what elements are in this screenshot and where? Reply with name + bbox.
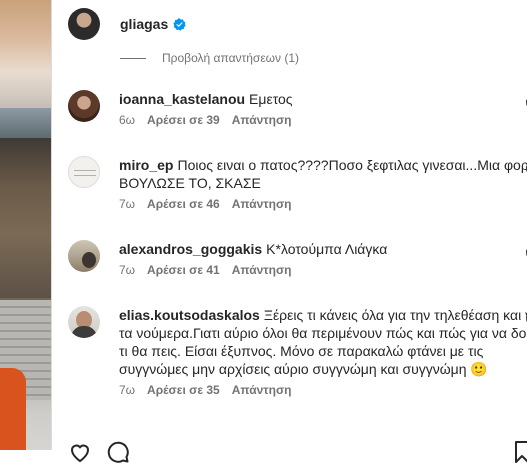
comment-likes[interactable]: Αρέσει σε 39 xyxy=(147,113,220,127)
comment-item: miro_ep Ποιος ειναι ο πατος????Ποσο ξεφτι… xyxy=(68,156,527,211)
heart-icon[interactable] xyxy=(68,440,92,464)
panel-divider xyxy=(51,0,52,450)
comment-reply-button[interactable]: Απάντηση xyxy=(232,263,292,277)
comment-like-heart-icon[interactable] xyxy=(522,164,527,176)
comment-text: ioanna_kastelanou Εμετος xyxy=(119,90,527,108)
avatar-cat xyxy=(82,252,96,268)
comment-meta: 7ω Αρέσει σε 41 Απάντηση xyxy=(119,263,527,277)
comment-content: Εμετος xyxy=(249,91,293,107)
comment-text: alexandros_goggakis Κ*λοτούμπα Λιάγκα xyxy=(119,240,527,258)
comment-avatar[interactable] xyxy=(68,306,100,338)
avatar-body xyxy=(71,326,97,338)
comment-likes[interactable]: Αρέσει σε 41 xyxy=(147,263,220,277)
comment-like-heart-icon[interactable] xyxy=(522,314,527,326)
post-header: gliagas xyxy=(68,8,186,40)
comment-time[interactable]: 6ω xyxy=(119,113,135,127)
comment-item: elias.koutsodaskalos Ξέρεις τι κάνεις όλα… xyxy=(68,306,527,397)
comment-item: ioanna_kastelanou Εμετος 6ω Αρέσει σε 39 … xyxy=(68,90,527,127)
comment-time[interactable]: 7ω xyxy=(119,263,135,277)
comment-reply-button[interactable]: Απάντηση xyxy=(232,197,292,211)
comment-likes[interactable]: Αρέσει σε 46 xyxy=(147,197,220,211)
view-replies-label: Προβολή απαντήσεων (1) xyxy=(162,51,300,65)
comment-likes[interactable]: Αρέσει σε 35 xyxy=(147,383,220,397)
comment-username[interactable]: miro_ep xyxy=(119,157,173,173)
comment-meta: 6ω Αρέσει σε 39 Απάντηση xyxy=(119,113,527,127)
view-replies-line xyxy=(120,57,146,59)
author-username[interactable]: gliagas xyxy=(120,16,168,32)
bookmark-icon[interactable] xyxy=(514,440,527,464)
comment-username[interactable]: alexandros_goggakis xyxy=(119,241,262,257)
post-action-bar xyxy=(68,440,144,464)
author-avatar[interactable] xyxy=(68,8,100,40)
photo-shore xyxy=(0,138,51,298)
comment-time[interactable]: 7ω xyxy=(119,197,135,211)
comment-meta: 7ω Αρέσει σε 46 Απάντηση xyxy=(119,197,527,211)
comment-username[interactable]: ioanna_kastelanou xyxy=(119,91,245,107)
photo-sea xyxy=(0,108,51,138)
comment-meta: 7ω Αρέσει σε 35 Απάντηση xyxy=(119,383,527,397)
comment-time[interactable]: 7ω xyxy=(119,383,135,397)
photo-chair xyxy=(0,368,26,450)
comment-text: elias.koutsodaskalos Ξέρεις τι κάνεις όλα… xyxy=(119,306,527,378)
comment-reply-button[interactable]: Απάντηση xyxy=(232,113,292,127)
view-replies-button[interactable]: Προβολή απαντήσεων (1) xyxy=(120,51,299,65)
verified-badge-icon xyxy=(173,17,186,31)
comment-avatar[interactable] xyxy=(68,156,100,188)
comment-avatar[interactable] xyxy=(68,90,100,122)
comment-like-heart-icon[interactable] xyxy=(522,248,527,260)
avatar-logo xyxy=(74,170,96,176)
comment-content: Ποιος ειναι ο πατος????Ποσο ξεφτιλας γιν… xyxy=(119,157,527,191)
comment-text: miro_ep Ποιος ειναι ο πατος????Ποσο ξεφτι… xyxy=(119,156,527,192)
comment-icon[interactable] xyxy=(106,440,130,464)
post-photo xyxy=(0,0,51,450)
comment-username[interactable]: elias.koutsodaskalos xyxy=(119,307,260,323)
comment-content: Κ*λοτούμπα Λιάγκα xyxy=(266,241,388,257)
comment-item: alexandros_goggakis Κ*λοτούμπα Λιάγκα 7ω … xyxy=(68,240,527,277)
comment-like-heart-icon[interactable] xyxy=(522,98,527,110)
comment-reply-button[interactable]: Απάντηση xyxy=(232,383,292,397)
comment-avatar[interactable] xyxy=(68,240,100,272)
